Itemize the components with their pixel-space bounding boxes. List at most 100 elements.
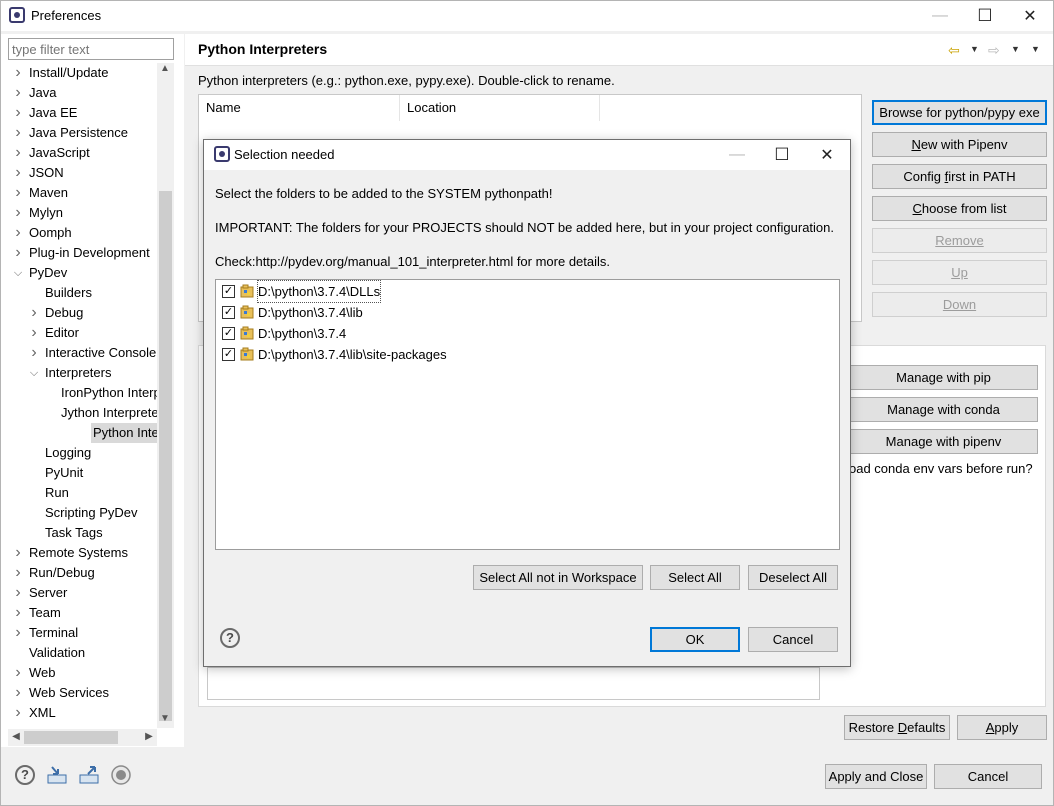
- back-icon[interactable]: ⇦: [948, 42, 960, 59]
- list-item[interactable]: ✓ D:\python\3.7.4\lib: [216, 302, 616, 323]
- filter-input[interactable]: [8, 38, 174, 60]
- tree-item[interactable]: Task Tags: [1, 523, 157, 543]
- checkbox[interactable]: ✓: [222, 348, 235, 361]
- new-with-pipenv-button[interactable]: New with Pipenv: [872, 132, 1047, 157]
- tree-item[interactable]: › Web Services: [1, 683, 157, 703]
- chevron-right-icon[interactable]: ›: [13, 143, 23, 163]
- column-header-name[interactable]: Name: [199, 95, 400, 121]
- chevron-right-icon[interactable]: ›: [13, 623, 23, 643]
- load-conda-env-vars-label[interactable]: oad conda env vars before run?: [849, 461, 1033, 476]
- dialog-close-button[interactable]: ✕: [804, 140, 850, 170]
- tree-item[interactable]: › JSON: [1, 163, 157, 183]
- manage-with-pip-button[interactable]: Manage with pip: [849, 365, 1038, 390]
- chevron-right-icon[interactable]: ›: [13, 543, 23, 563]
- close-button[interactable]: ✕: [1007, 1, 1053, 31]
- checkbox[interactable]: ✓: [222, 306, 235, 319]
- forward-menu-icon[interactable]: ▼: [1011, 44, 1020, 54]
- tree-item[interactable]: › Install/Update: [1, 63, 157, 83]
- tree-item[interactable]: Logging: [1, 443, 157, 463]
- help-icon[interactable]: ?: [220, 628, 240, 648]
- tree-item[interactable]: › Run/Debug: [1, 563, 157, 583]
- chevron-down-icon[interactable]: ⌵: [13, 263, 23, 283]
- export-icon[interactable]: [78, 764, 100, 786]
- chevron-right-icon[interactable]: ›: [13, 103, 23, 123]
- tree-item[interactable]: › Java Persistence: [1, 123, 157, 143]
- tree-item[interactable]: › Team: [1, 603, 157, 623]
- chevron-right-icon[interactable]: ›: [13, 563, 23, 583]
- record-icon[interactable]: [110, 764, 132, 786]
- up-button[interactable]: Up: [872, 260, 1047, 285]
- tree-item[interactable]: Jython Interpreter: [1, 403, 157, 423]
- checkbox[interactable]: ✓: [222, 285, 235, 298]
- tree-vertical-scrollbar[interactable]: ▲ ▼: [157, 63, 174, 728]
- chevron-right-icon[interactable]: ›: [13, 703, 23, 723]
- tree-item[interactable]: IronPython Interpreter: [1, 383, 157, 403]
- minimize-button[interactable]: —: [917, 1, 963, 31]
- chevron-right-icon[interactable]: ›: [13, 203, 23, 223]
- chevron-right-icon[interactable]: ›: [13, 123, 23, 143]
- chevron-right-icon[interactable]: ›: [13, 63, 23, 83]
- scroll-thumb[interactable]: [159, 191, 172, 721]
- footer-cancel-button[interactable]: Cancel: [934, 764, 1042, 789]
- browse-python-button[interactable]: Browse for python/pypy exe: [872, 100, 1047, 125]
- chevron-right-icon[interactable]: ›: [29, 343, 39, 363]
- tree-item[interactable]: › Plug-in Development: [1, 243, 157, 263]
- ok-button[interactable]: OK: [650, 627, 740, 652]
- tree-item[interactable]: › Remote Systems: [1, 543, 157, 563]
- chevron-right-icon[interactable]: ›: [13, 163, 23, 183]
- import-icon[interactable]: [46, 764, 68, 786]
- chevron-right-icon[interactable]: ›: [29, 323, 39, 343]
- tree-item[interactable]: Python Interpreter: [91, 423, 157, 443]
- scroll-thumb[interactable]: [24, 731, 118, 744]
- chevron-right-icon[interactable]: ›: [13, 683, 23, 703]
- choose-from-list-button[interactable]: Choose from list: [872, 196, 1047, 221]
- back-menu-icon[interactable]: ▼: [970, 44, 979, 54]
- dialog-cancel-button[interactable]: Cancel: [748, 627, 838, 652]
- down-button[interactable]: Down: [872, 292, 1047, 317]
- chevron-right-icon[interactable]: ›: [13, 83, 23, 103]
- tree-item[interactable]: Scripting PyDev: [1, 503, 157, 523]
- checkbox[interactable]: ✓: [222, 327, 235, 340]
- apply-button[interactable]: Apply: [957, 715, 1047, 740]
- remove-button[interactable]: Remove: [872, 228, 1047, 253]
- chevron-right-icon[interactable]: ›: [13, 603, 23, 623]
- forward-icon[interactable]: ⇨: [988, 42, 1000, 59]
- maximize-button[interactable]: ☐: [962, 1, 1008, 31]
- tree-item[interactable]: Builders: [1, 283, 157, 303]
- chevron-right-icon[interactable]: ›: [13, 243, 23, 263]
- tree-item[interactable]: › Editor: [1, 323, 157, 343]
- deselect-all-button[interactable]: Deselect All: [748, 565, 838, 590]
- view-menu-icon[interactable]: ▼: [1031, 44, 1040, 54]
- apply-and-close-button[interactable]: Apply and Close: [825, 764, 927, 789]
- select-all-button[interactable]: Select All: [650, 565, 740, 590]
- column-header-location[interactable]: Location: [400, 95, 600, 121]
- chevron-right-icon[interactable]: ›: [13, 183, 23, 203]
- tree-item[interactable]: PyUnit: [1, 463, 157, 483]
- tree-item[interactable]: › Maven: [1, 183, 157, 203]
- tree-item[interactable]: › Debug: [1, 303, 157, 323]
- select-all-not-in-workspace-button[interactable]: Select All not in Workspace: [473, 565, 643, 590]
- manage-with-pipenv-button[interactable]: Manage with pipenv: [849, 429, 1038, 454]
- tree-item[interactable]: › Mylyn: [1, 203, 157, 223]
- tree-item[interactable]: ⌵ PyDev: [1, 263, 157, 283]
- chevron-down-icon[interactable]: ⌵: [29, 363, 39, 383]
- tree-item[interactable]: › Oomph: [1, 223, 157, 243]
- chevron-right-icon[interactable]: ›: [13, 583, 23, 603]
- tree-item[interactable]: › Web: [1, 663, 157, 683]
- tree-item[interactable]: › Interactive Console: [1, 343, 157, 363]
- scroll-right-icon[interactable]: ▶: [141, 731, 157, 742]
- tree-item[interactable]: › Java EE: [1, 103, 157, 123]
- tree-item[interactable]: › Server: [1, 583, 157, 603]
- help-icon[interactable]: ?: [15, 765, 35, 785]
- tree-item[interactable]: › Terminal: [1, 623, 157, 643]
- scroll-up-icon[interactable]: ▲: [157, 63, 173, 74]
- dialog-maximize-button[interactable]: ☐: [759, 140, 805, 170]
- tree-item[interactable]: › XML: [1, 703, 157, 723]
- chevron-right-icon[interactable]: ›: [29, 303, 39, 323]
- list-item[interactable]: ✓ D:\python\3.7.4\lib\site-packages: [216, 344, 616, 365]
- dialog-minimize-button[interactable]: —: [714, 140, 760, 170]
- config-first-in-path-button[interactable]: Config f irst in PATH: [872, 164, 1047, 189]
- scroll-down-icon[interactable]: ▼: [157, 713, 173, 724]
- chevron-right-icon[interactable]: ›: [13, 663, 23, 683]
- manage-with-conda-button[interactable]: Manage with conda: [849, 397, 1038, 422]
